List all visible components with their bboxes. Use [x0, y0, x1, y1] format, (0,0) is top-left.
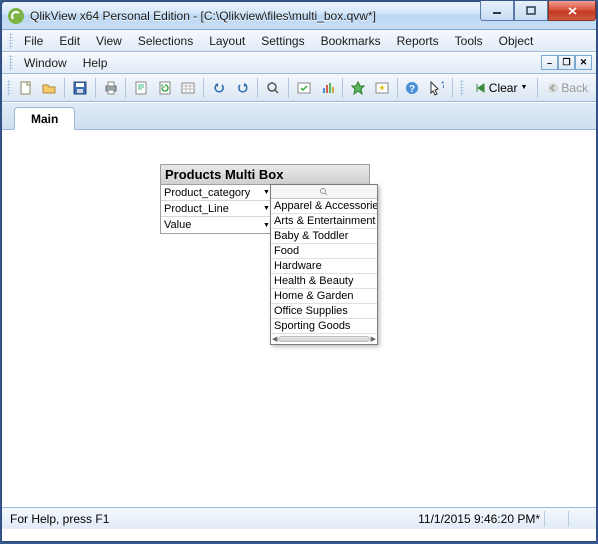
- field-label: Product_category: [161, 187, 261, 199]
- status-help: For Help, press F1: [6, 512, 113, 526]
- menu-object[interactable]: Object: [491, 32, 542, 50]
- mdi-restore-button[interactable]: ❐: [558, 55, 575, 70]
- menu-layout[interactable]: Layout: [201, 32, 253, 50]
- dropdown-item[interactable]: Hardware: [271, 259, 377, 274]
- toolbar-separator: [125, 78, 126, 98]
- multibox-dropdown[interactable]: Apparel & Accessories Arts & Entertainme…: [270, 184, 378, 345]
- field-label: Product_Line: [161, 203, 261, 215]
- close-button[interactable]: [548, 1, 596, 21]
- back-icon: [547, 82, 559, 94]
- status-box: [568, 511, 592, 527]
- tab-main[interactable]: Main: [14, 107, 75, 130]
- menu-reports[interactable]: Reports: [389, 32, 447, 50]
- toolbar-separator: [288, 78, 289, 98]
- new-file-icon[interactable]: [15, 77, 37, 99]
- toolbar-grip-icon[interactable]: [460, 80, 464, 96]
- multibox-title[interactable]: Products Multi Box: [161, 165, 369, 185]
- selections-icon[interactable]: [293, 77, 315, 99]
- dropdown-item[interactable]: Apparel & Accessories: [271, 199, 377, 214]
- clear-label: Clear: [489, 81, 518, 95]
- dropdown-item[interactable]: Office Supplies: [271, 304, 377, 319]
- toolbar-separator: [64, 78, 65, 98]
- svg-text:?: ?: [441, 80, 444, 90]
- menu-edit[interactable]: Edit: [51, 32, 88, 50]
- menubar-row2: Window Help – ❐ ✕: [2, 52, 596, 74]
- dropdown-item[interactable]: Sporting Goods: [271, 319, 377, 334]
- clear-first-icon: [474, 82, 486, 94]
- save-icon[interactable]: [69, 77, 91, 99]
- sheet-tabstrip: Main: [2, 102, 596, 130]
- table-icon[interactable]: [178, 77, 200, 99]
- mdi-controls: – ❐ ✕: [541, 55, 592, 70]
- toolbar-grip-icon[interactable]: [7, 80, 11, 96]
- scroll-track[interactable]: [278, 336, 369, 342]
- redo-icon[interactable]: [232, 77, 254, 99]
- toolbar-separator: [203, 78, 204, 98]
- dropdown-icon: ▼: [520, 84, 527, 91]
- statusbar: For Help, press F1 11/1/2015 9:46:20 PM*: [2, 508, 596, 529]
- print-icon[interactable]: [100, 77, 122, 99]
- app-window: QlikView x64 Personal Edition - [C:\Qlik…: [1, 1, 597, 542]
- status-box: [544, 511, 568, 527]
- menubar: File Edit View Selections Layout Setting…: [2, 30, 596, 52]
- app-icon: [8, 8, 24, 24]
- search-icon[interactable]: [262, 77, 284, 99]
- mdi-close-button[interactable]: ✕: [575, 55, 592, 70]
- titlebar[interactable]: QlikView x64 Personal Edition - [C:\Qlik…: [2, 2, 596, 30]
- menu-help[interactable]: Help: [75, 54, 116, 72]
- clear-button[interactable]: Clear ▼: [467, 78, 535, 98]
- toolbar-separator: [95, 78, 96, 98]
- toolbar-separator: [397, 78, 398, 98]
- menu-view[interactable]: View: [88, 32, 130, 50]
- undo-icon[interactable]: [208, 77, 230, 99]
- search-icon: [319, 187, 329, 197]
- menu-file[interactable]: File: [16, 32, 51, 50]
- scroll-left-icon[interactable]: ◀: [271, 335, 278, 343]
- status-datetime: 11/1/2015 9:46:20 PM*: [414, 512, 544, 526]
- minimize-button[interactable]: [480, 1, 514, 21]
- bookmark-list-icon[interactable]: [371, 77, 393, 99]
- whatsthis-icon[interactable]: ?: [425, 77, 447, 99]
- menu-bookmarks[interactable]: Bookmarks: [313, 32, 389, 50]
- scroll-right-icon[interactable]: ▶: [370, 335, 377, 343]
- nav-group: Clear ▼ Back: [452, 78, 594, 98]
- chart-icon[interactable]: [317, 77, 339, 99]
- menu-window[interactable]: Window: [16, 54, 75, 72]
- menu-tools[interactable]: Tools: [447, 32, 491, 50]
- maximize-button[interactable]: [514, 1, 548, 21]
- toolbar-separator: [257, 78, 258, 98]
- field-label: Value: [161, 219, 261, 231]
- toolbar-separator: [342, 78, 343, 98]
- back-label: Back: [561, 81, 588, 95]
- help-icon[interactable]: ?: [402, 77, 424, 99]
- toolbar-grip-icon[interactable]: [9, 33, 13, 49]
- dropdown-item[interactable]: Home & Garden: [271, 289, 377, 304]
- toolbar: ? ? Clear ▼ Back: [2, 74, 596, 102]
- reload-icon[interactable]: [154, 77, 176, 99]
- open-file-icon[interactable]: [39, 77, 61, 99]
- window-controls: [480, 1, 596, 21]
- dropdown-item[interactable]: Health & Beauty: [271, 274, 377, 289]
- dropdown-item[interactable]: Baby & Toddler: [271, 229, 377, 244]
- toolbar-separator: [537, 78, 538, 98]
- svg-text:?: ?: [409, 84, 415, 95]
- menu-selections[interactable]: Selections: [130, 32, 201, 50]
- dropdown-item[interactable]: Food: [271, 244, 377, 259]
- dropdown-search[interactable]: [271, 185, 377, 199]
- toolbar-grip-icon[interactable]: [9, 55, 13, 71]
- script-icon[interactable]: [130, 77, 152, 99]
- mdi-minimize-button[interactable]: –: [541, 55, 558, 70]
- dropdown-hscroll[interactable]: ◀ ▶: [271, 334, 377, 344]
- sheet-canvas[interactable]: Products Multi Box Product_category ▼ Pr…: [2, 130, 596, 508]
- bookmark-add-icon[interactable]: [347, 77, 369, 99]
- menu-settings[interactable]: Settings: [253, 32, 312, 50]
- back-button[interactable]: Back: [541, 79, 594, 97]
- window-title: QlikView x64 Personal Edition - [C:\Qlik…: [30, 9, 376, 23]
- dropdown-item[interactable]: Arts & Entertainment: [271, 214, 377, 229]
